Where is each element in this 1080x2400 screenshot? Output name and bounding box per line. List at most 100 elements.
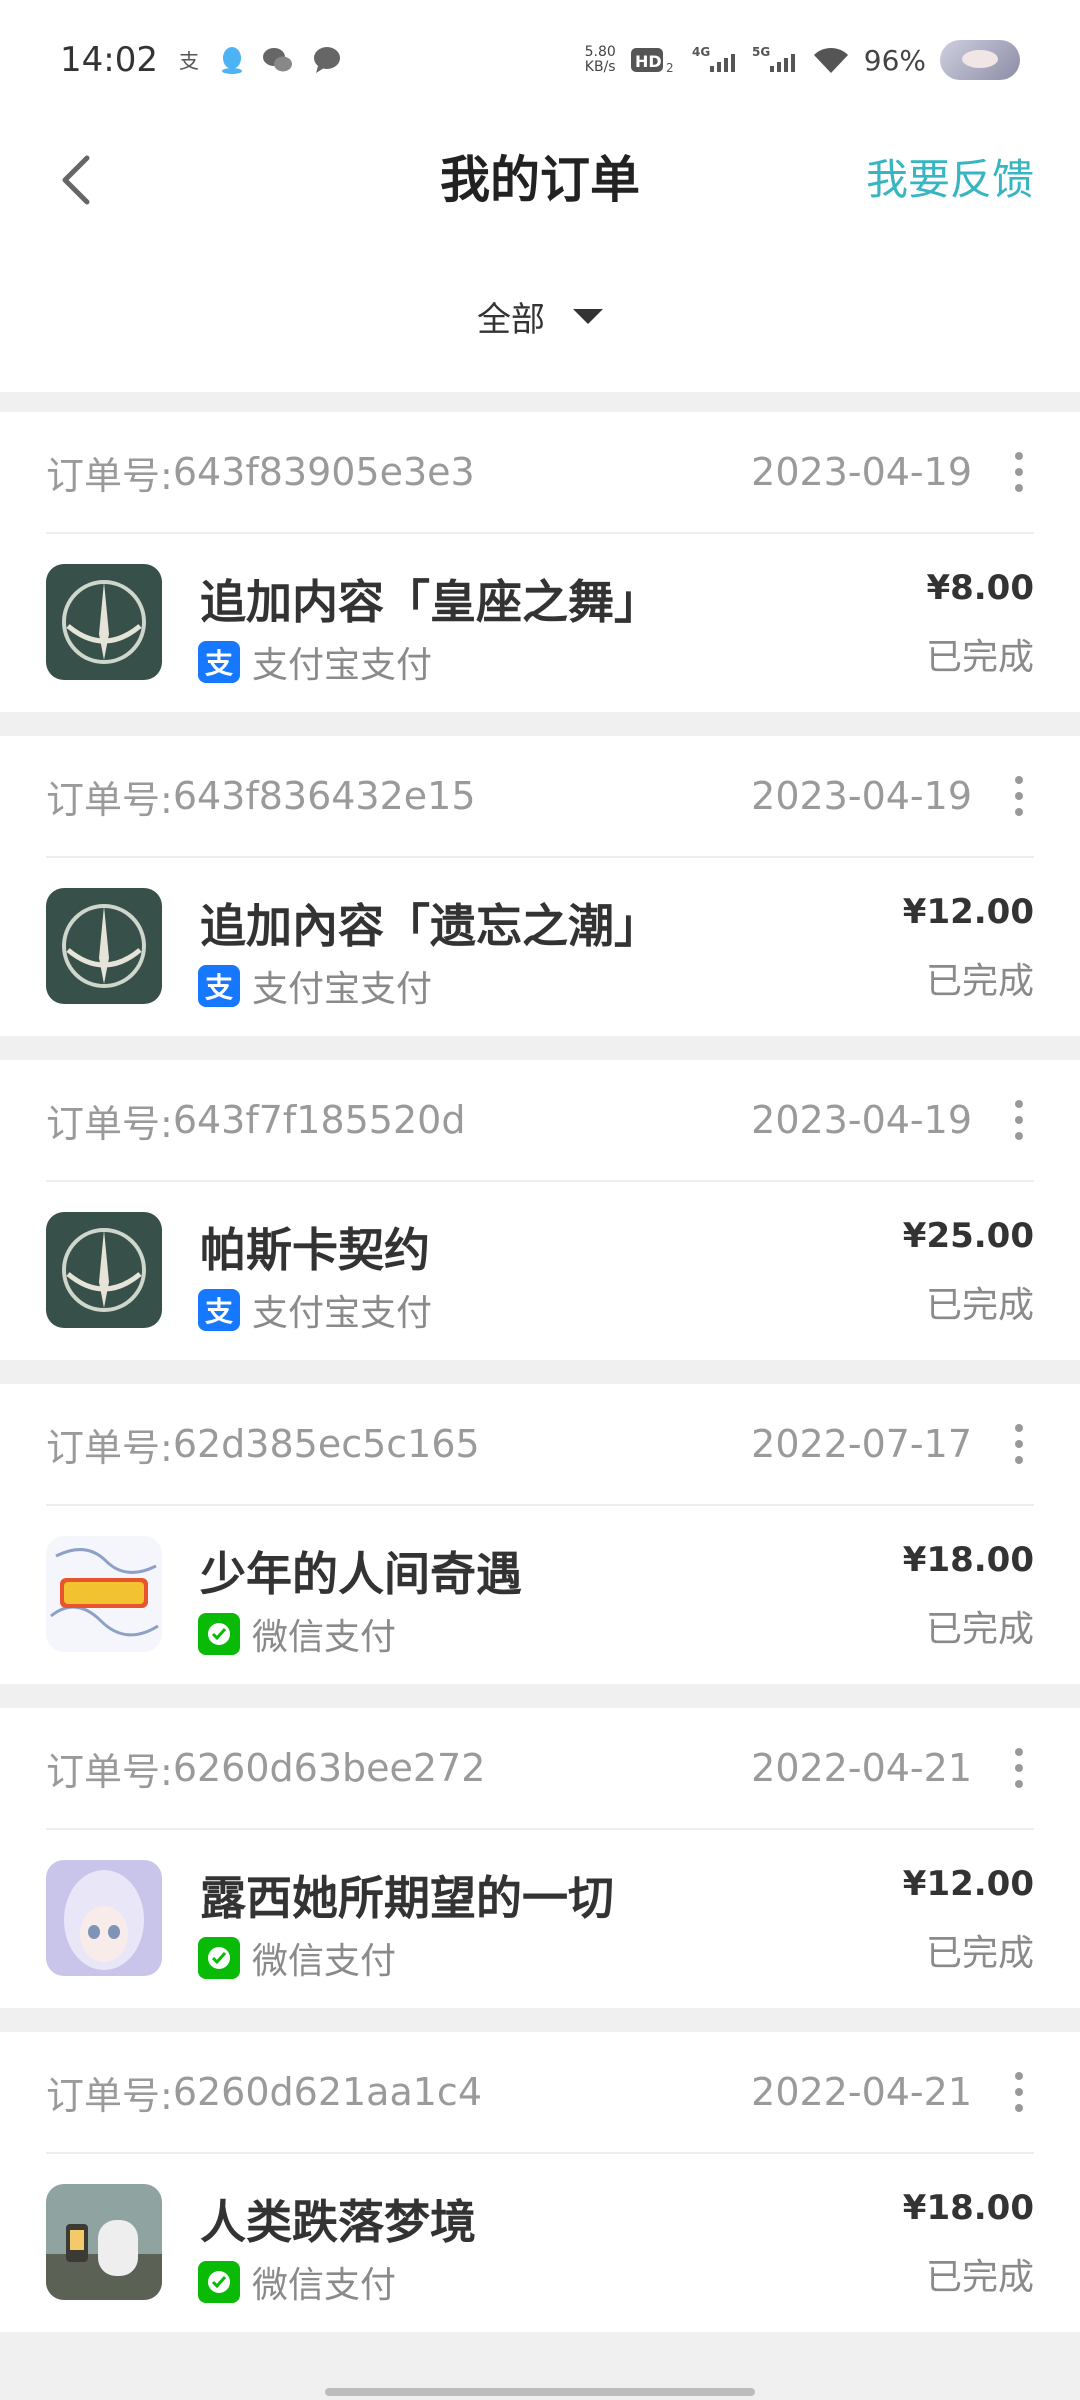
alipay-icon: 支 (198, 965, 240, 1007)
order-card[interactable]: 订单号: 643f7f185520d 2023-04-19 帕斯卡契约 支 支付… (0, 1060, 1080, 1360)
order-price: ¥18.00 (902, 2188, 1034, 2228)
order-card[interactable]: 订单号: 6260d63bee272 2022-04-21 露西她所期望的一切 … (0, 1708, 1080, 2008)
wechat-pay-icon (198, 1613, 240, 1655)
order-title: 人类跌落梦境 (200, 2195, 476, 2249)
more-options-button[interactable] (1004, 442, 1034, 502)
order-header: 订单号: 643f7f185520d 2023-04-19 (46, 1060, 1034, 1182)
order-body: 追加内容「皇座之舞」 支 支付宝支付 ¥8.00 已完成 (46, 534, 1034, 712)
order-status: 已完成 (925, 1933, 1034, 1974)
status-bar: 14:02 支 5.80 KB/s HD 2 4G 5G 96% (0, 0, 1080, 120)
payment-method: 支 支付宝支付 (198, 636, 432, 688)
order-number-label: 订单号: (46, 777, 173, 822)
svg-text:5G: 5G (752, 45, 770, 59)
payment-method-label: 支付宝支付 (252, 969, 433, 1010)
payment-method: 微信支付 (198, 2256, 396, 2308)
filter-label: 全部 (477, 299, 545, 340)
order-date: 2023-04-19 (751, 450, 972, 494)
order-card[interactable]: 订单号: 6260d621aa1c4 2022-04-21 人类跌落梦境 微信支… (0, 2032, 1080, 2332)
alipay-icon: 支 (198, 1289, 240, 1331)
svg-text:HD: HD (635, 52, 662, 71)
order-header: 订单号: 6260d63bee272 2022-04-21 (46, 1708, 1034, 1830)
order-number-label: 订单号: (46, 2073, 173, 2118)
order-header: 订单号: 643f836432e15 2023-04-19 (46, 736, 1034, 858)
order-title: 露西她所期望的一切 (200, 1871, 614, 1925)
message-notification-icon (312, 46, 342, 74)
alipay-icon: 支 (198, 641, 240, 683)
signal-4g-icon: 4G (692, 44, 738, 76)
order-status: 已完成 (925, 961, 1034, 1002)
order-status: 已完成 (925, 1285, 1034, 1326)
order-date: 2023-04-19 (751, 1098, 972, 1142)
payment-method: 支 支付宝支付 (198, 1284, 432, 1336)
order-number-label: 订单号: (46, 453, 173, 498)
more-options-button[interactable] (1004, 2062, 1034, 2122)
order-status: 已完成 (925, 1609, 1034, 1650)
alipay-notification-icon: 支 (176, 47, 202, 73)
human-fall-flat-icon (46, 2184, 162, 2300)
pascal-contract-icon (46, 564, 162, 680)
signal-5g-icon: 5G (752, 44, 798, 76)
order-number: 643f836432e15 (172, 774, 476, 818)
order-card[interactable]: 订单号: 62d385ec5c165 2022-07-17 少年的人间奇遇 微信… (0, 1384, 1080, 1684)
order-card[interactable]: 订单号: 643f836432e15 2023-04-19 追加內容「遗忘之潮」… (0, 736, 1080, 1036)
order-card[interactable]: 订单号: 643f83905e3e3 2023-04-19 追加内容「皇座之舞」… (0, 412, 1080, 712)
order-body: 帕斯卡契约 支 支付宝支付 ¥25.00 已完成 (46, 1182, 1034, 1360)
order-number-label: 订单号: (46, 1425, 173, 1470)
payment-method-label: 微信支付 (252, 1617, 397, 1658)
payment-method: 微信支付 (198, 1932, 396, 1984)
order-date: 2022-04-21 (751, 2070, 972, 2114)
more-options-button[interactable] (1004, 1414, 1034, 1474)
wechat-pay-icon (198, 2261, 240, 2303)
order-number: 6260d621aa1c4 (172, 2070, 482, 2114)
status-right: 5.80 KB/s HD 2 4G 5G 96% (585, 0, 1020, 120)
order-number-label: 订单号: (46, 1101, 173, 1146)
more-options-button[interactable] (1004, 1090, 1034, 1150)
network-speed-value: 5.80 (584, 44, 616, 60)
order-title: 帕斯卡契约 (200, 1223, 430, 1277)
order-body: 少年的人间奇遇 微信支付 ¥18.00 已完成 (46, 1506, 1034, 1684)
home-indicator[interactable] (325, 2388, 755, 2396)
status-left: 14:02 支 (60, 40, 342, 80)
order-number: 643f83905e3e3 (172, 450, 475, 494)
order-status: 已完成 (925, 2257, 1034, 2298)
payment-method-label: 支付宝支付 (252, 1293, 433, 1334)
order-number-label: 订单号: (46, 1749, 173, 1794)
payment-method-label: 支付宝支付 (252, 645, 433, 686)
status-time: 14:02 (60, 40, 158, 80)
caret-down-icon (573, 309, 603, 324)
order-title: 追加内容「皇座之舞」 (200, 575, 660, 629)
order-body: 人类跌落梦境 微信支付 ¥18.00 已完成 (46, 2154, 1034, 2332)
order-number: 6260d63bee272 (172, 1746, 486, 1790)
svg-text:2: 2 (666, 61, 674, 75)
more-options-button[interactable] (1004, 766, 1034, 826)
payment-method: 微信支付 (198, 1608, 396, 1660)
svg-text:4G: 4G (692, 45, 710, 59)
more-options-button[interactable] (1004, 1738, 1034, 1798)
order-body: 追加內容「遗忘之潮」 支 支付宝支付 ¥12.00 已完成 (46, 858, 1034, 1036)
wifi-icon (812, 45, 850, 75)
order-status: 已完成 (925, 637, 1034, 678)
pascal-contract-icon (46, 888, 162, 1004)
order-number: 643f7f185520d (172, 1098, 466, 1142)
pascal-contract-icon (46, 1212, 162, 1328)
svg-text:支: 支 (179, 49, 199, 73)
order-header: 订单号: 643f83905e3e3 2023-04-19 (46, 412, 1034, 534)
avatar (940, 40, 1020, 80)
payment-method-label: 微信支付 (252, 2265, 397, 2306)
lucy-icon (46, 1860, 162, 1976)
feedback-button[interactable]: 我要反馈 (866, 120, 1034, 240)
filter-dropdown[interactable]: 全部 (0, 240, 1080, 392)
network-speed: 5.80 KB/s (585, 45, 616, 75)
header: 我的订单 我要反馈 (0, 120, 1080, 240)
order-title: 追加內容「遗忘之潮」 (200, 899, 660, 953)
wechat-pay-icon (198, 1937, 240, 1979)
order-header: 订单号: 62d385ec5c165 2022-07-17 (46, 1384, 1034, 1506)
order-price: ¥25.00 (902, 1216, 1034, 1256)
teen-wonders-icon (46, 1536, 162, 1652)
wechat-notification-icon (262, 46, 294, 74)
order-title: 少年的人间奇遇 (200, 1547, 522, 1601)
order-date: 2023-04-19 (751, 774, 972, 818)
payment-method: 支 支付宝支付 (198, 960, 432, 1012)
order-price: ¥12.00 (902, 892, 1034, 932)
order-body: 露西她所期望的一切 微信支付 ¥12.00 已完成 (46, 1830, 1034, 2008)
